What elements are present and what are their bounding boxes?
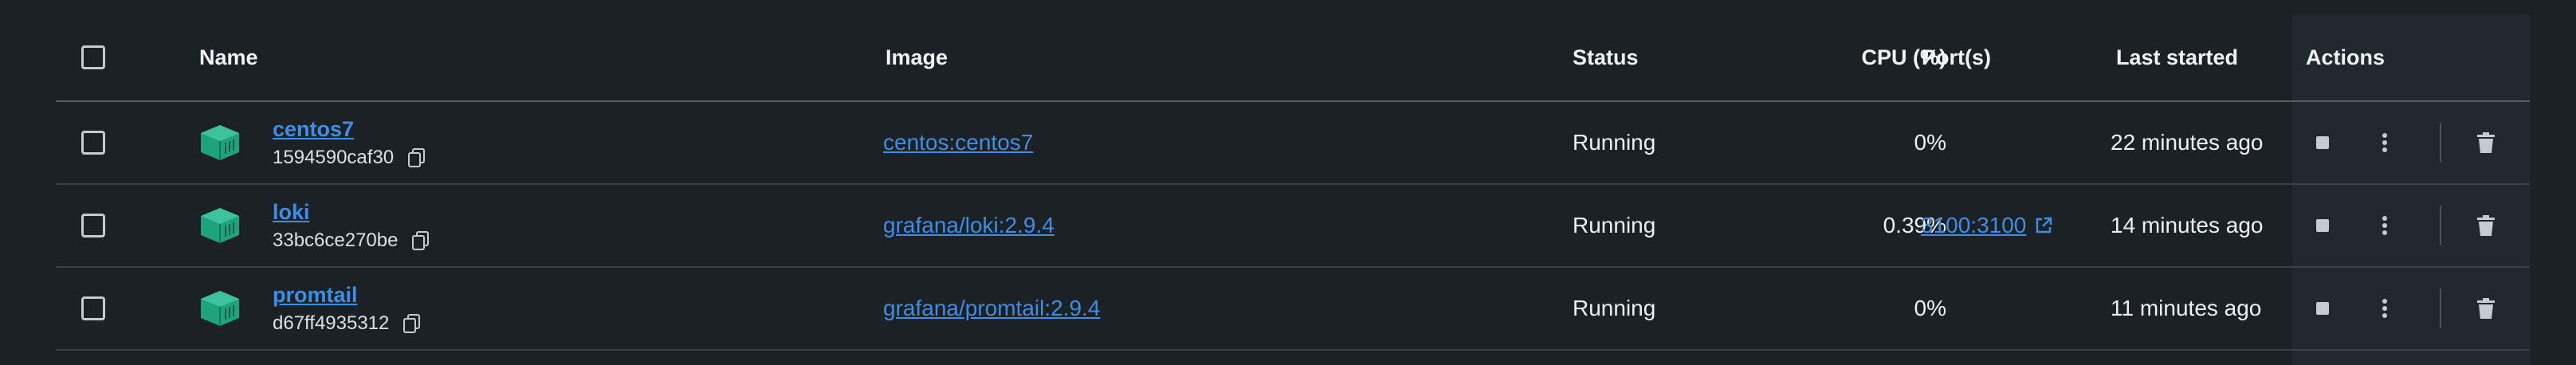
stop-button[interactable] <box>2313 102 2332 183</box>
select-all-checkbox[interactable] <box>81 45 105 69</box>
column-header-ports[interactable]: Port(s) <box>1922 14 1991 100</box>
row-checkbox[interactable] <box>81 131 105 155</box>
more-vertical-icon <box>2382 133 2387 152</box>
last-started: 14 minutes ago <box>2111 213 2264 237</box>
trash-icon <box>2477 215 2495 236</box>
container-icon <box>201 125 239 160</box>
row-checkbox[interactable] <box>81 296 105 320</box>
action-divider <box>2440 288 2441 328</box>
delete-button[interactable] <box>2476 268 2496 349</box>
status-text: Running <box>1573 130 1656 155</box>
container-id: d67ff4935312 <box>273 312 390 334</box>
stop-icon <box>2316 219 2329 232</box>
row-checkbox[interactable] <box>81 214 105 237</box>
copy-icon[interactable] <box>412 230 430 250</box>
container-icon <box>201 208 239 243</box>
column-header-image[interactable]: Image <box>886 14 948 100</box>
more-actions-button[interactable] <box>2375 268 2394 349</box>
column-header-last-started[interactable]: Last started <box>2116 14 2238 100</box>
copy-icon[interactable] <box>403 313 421 333</box>
more-actions-button[interactable] <box>2375 185 2394 266</box>
status-text: Running <box>1573 213 1656 237</box>
column-header-status[interactable]: Status <box>1573 14 1639 100</box>
container-name-link[interactable]: promtail <box>273 283 421 308</box>
last-started: 11 minutes ago <box>2111 296 2262 320</box>
more-vertical-icon <box>2382 299 2387 318</box>
port-link[interactable]: 3100:3100 <box>1921 213 2026 238</box>
cpu-value: 0% <box>1914 130 1946 155</box>
table-row[interactable]: centos7 1594590caf30 centos:centos7 Runn… <box>56 102 2530 185</box>
last-started: 22 minutes ago <box>2111 130 2264 155</box>
delete-button[interactable] <box>2476 185 2496 266</box>
container-name-link[interactable]: centos7 <box>273 117 426 142</box>
column-header-actions: Actions <box>2306 45 2386 69</box>
cpu-value: 0% <box>1914 296 1946 320</box>
image-link[interactable]: grafana/loki:2.9.4 <box>883 213 1054 238</box>
column-header-name[interactable]: Name <box>199 14 258 100</box>
image-link[interactable]: grafana/promtail:2.9.4 <box>883 296 1100 321</box>
action-divider <box>2440 123 2441 163</box>
container-id: 33bc6ce270be <box>273 229 399 251</box>
trash-icon <box>2477 298 2495 319</box>
stop-icon <box>2316 302 2329 315</box>
table-row[interactable]: loki 33bc6ce270be grafana/loki:2.9.4 Run… <box>56 185 2530 268</box>
trash-icon <box>2477 132 2495 153</box>
action-divider <box>2440 206 2441 245</box>
more-actions-button[interactable] <box>2375 102 2394 183</box>
table-header: Name Image Status CPU (%) Port(s) Last s… <box>56 14 2530 102</box>
container-icon <box>201 291 239 326</box>
stop-button[interactable] <box>2313 268 2332 349</box>
image-link[interactable]: centos:centos7 <box>883 130 1033 155</box>
external-link-icon[interactable] <box>2034 216 2053 235</box>
container-name-link[interactable]: loki <box>273 200 430 225</box>
table-row[interactable]: promtail d67ff4935312 grafana/promtail:2… <box>56 268 2530 351</box>
more-vertical-icon <box>2382 216 2387 235</box>
container-id: 1594590caf30 <box>273 146 395 168</box>
copy-icon[interactable] <box>408 147 426 167</box>
stop-icon <box>2316 136 2329 149</box>
delete-button[interactable] <box>2476 102 2496 183</box>
stop-button[interactable] <box>2313 185 2332 266</box>
status-text: Running <box>1573 296 1656 320</box>
